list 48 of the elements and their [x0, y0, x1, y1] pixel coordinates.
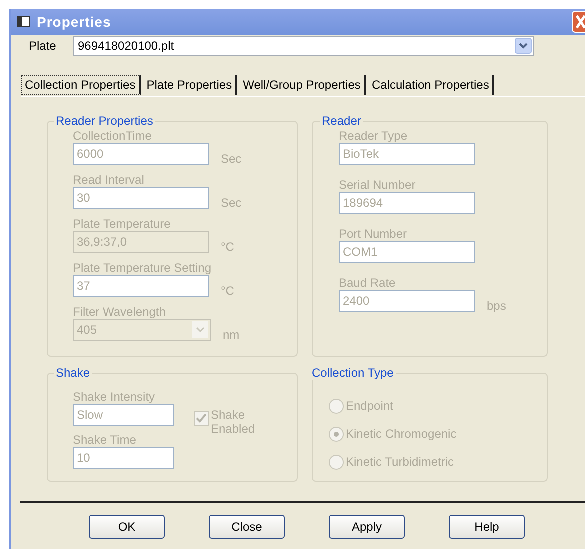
field-label: Plate Temperature — [73, 217, 172, 231]
radio-button[interactable] — [329, 398, 344, 414]
unit-label: nm — [223, 328, 240, 342]
input-field[interactable]: BioTek — [339, 143, 475, 165]
input-field[interactable]: 2400 — [339, 290, 475, 312]
field-label: Baud Rate — [339, 276, 397, 290]
dialog-button[interactable]: Help — [449, 515, 525, 539]
dialog-button[interactable]: OK — [89, 515, 165, 539]
input-field[interactable]: 6000 — [73, 143, 209, 165]
field-label: Filter Wavelength — [73, 305, 167, 319]
group-title: Reader — [321, 114, 362, 128]
field-label: Serial Number — [339, 178, 417, 192]
radio-button[interactable] — [329, 426, 344, 442]
radio-label: Kinetic Chromogenic — [346, 427, 457, 441]
tab[interactable]: Collection Properties — [21, 75, 141, 95]
unit-label: Sec — [221, 152, 242, 166]
tab[interactable]: Well/Group Properties — [240, 75, 366, 95]
unit-label: Sec — [221, 196, 242, 210]
input-field[interactable]: 37 — [73, 275, 209, 297]
group-title: Reader Properties — [55, 114, 154, 128]
field-label: Plate Temperature Setting — [73, 261, 213, 275]
field-label: Shake Time — [73, 433, 138, 447]
radio-label: Endpoint — [346, 399, 394, 413]
field-label: CollectionTime — [73, 129, 153, 143]
group-title: Shake — [55, 366, 92, 380]
dialog-button[interactable]: Close — [209, 515, 285, 539]
checkbox[interactable] — [194, 411, 209, 426]
close-icon[interactable] — [572, 11, 585, 33]
radio-button[interactable] — [329, 454, 344, 470]
plate-dropdown[interactable]: 969418020100.plt — [73, 36, 534, 56]
unit-label: bps — [487, 299, 506, 313]
window-icon — [17, 16, 31, 28]
input-field[interactable]: COM1 — [339, 241, 475, 263]
input-field[interactable]: 10 — [73, 447, 174, 469]
input-field[interactable]: Slow — [73, 404, 174, 426]
radio-label: Kinetic Turbidimetric — [346, 455, 454, 469]
dialog-button[interactable]: Apply — [329, 515, 405, 539]
plate-label: Plate — [29, 39, 58, 53]
window-title: Properties — [37, 14, 112, 30]
input-field[interactable]: 30 — [73, 187, 209, 209]
field-label: Reader Type — [339, 129, 408, 143]
unit-label: °C — [221, 284, 234, 298]
field-label: Shake Intensity — [73, 390, 156, 404]
field-label: Read Interval — [73, 173, 146, 187]
field-label: Port Number — [339, 227, 408, 241]
group-title: Collection Type — [311, 366, 395, 380]
unit-label: °C — [221, 240, 234, 254]
input-field[interactable]: 189694 — [339, 192, 475, 214]
